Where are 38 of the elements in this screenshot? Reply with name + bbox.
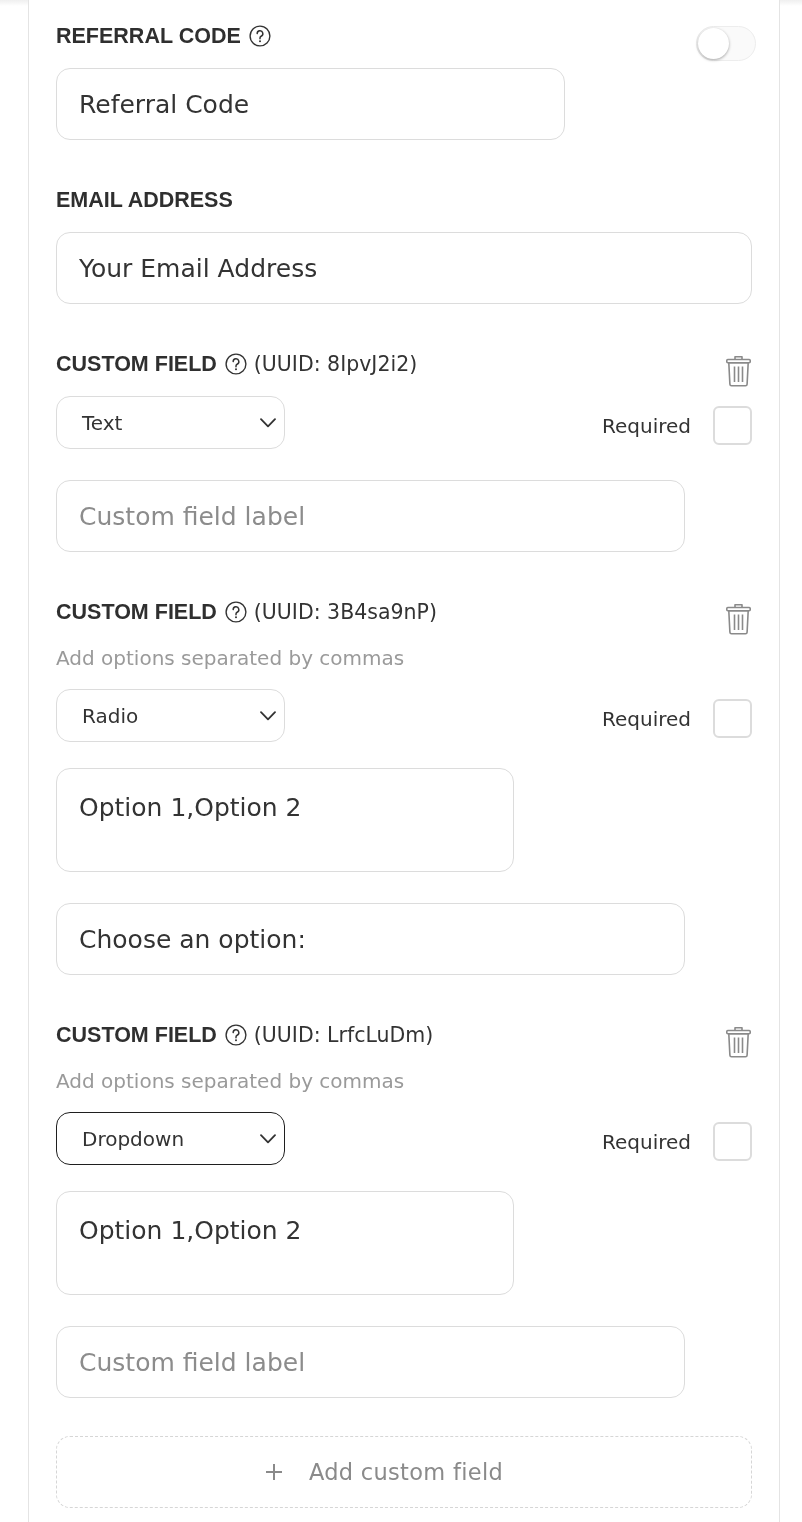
- help-icon[interactable]: [248, 25, 271, 47]
- label-input-field[interactable]: Choose an option:: [56, 903, 685, 975]
- help-icon[interactable]: [224, 601, 247, 623]
- label-input-field[interactable]: Custom field label: [56, 480, 685, 552]
- required-checkbox[interactable]: [713, 406, 752, 445]
- uuid-text: (UUID: LrfcLuDm): [253, 1023, 434, 1047]
- options-textarea[interactable]: Option 1,Option 2: [56, 768, 514, 872]
- text-input-field[interactable]: Referral Code: [56, 68, 565, 140]
- hint-text: Add options separated by commas: [56, 646, 405, 670]
- chevron-down-icon: [260, 710, 276, 721]
- field-label: REFERRAL CODE: [56, 24, 241, 48]
- required-label: Required: [602, 1129, 691, 1154]
- hint-text: Add options separated by commas: [56, 1069, 405, 1093]
- field-type-dropdown[interactable]: Dropdown: [56, 1112, 285, 1165]
- required-checkbox[interactable]: [713, 1122, 752, 1161]
- required-label: Required: [602, 706, 691, 731]
- label-input-field[interactable]: Custom field label: [56, 1326, 685, 1398]
- field-label: CUSTOM FIELD: [56, 352, 217, 376]
- trash-icon[interactable]: [725, 1026, 752, 1058]
- field-label: EMAIL ADDRESS: [56, 188, 233, 212]
- chevron-down-icon: [260, 417, 276, 428]
- toggle-switch[interactable]: [696, 26, 756, 61]
- required-label: Required: [602, 413, 691, 438]
- required-checkbox[interactable]: [713, 699, 752, 738]
- field-label: CUSTOM FIELD: [56, 1023, 217, 1047]
- field-type-dropdown[interactable]: Radio: [56, 689, 285, 742]
- help-icon[interactable]: [224, 353, 247, 375]
- field-label: CUSTOM FIELD: [56, 600, 217, 624]
- options-textarea[interactable]: Option 1,Option 2: [56, 1191, 514, 1295]
- uuid-text: (UUID: 8IpvJ2i2): [253, 352, 418, 376]
- uuid-text: (UUID: 3B4sa9nP): [253, 600, 437, 624]
- chevron-down-icon: [260, 1133, 276, 1144]
- help-icon[interactable]: [224, 1024, 247, 1046]
- trash-icon[interactable]: [725, 603, 752, 635]
- text-input-field[interactable]: Your Email Address: [56, 232, 752, 304]
- field-type-dropdown[interactable]: Text: [56, 396, 285, 449]
- trash-icon[interactable]: [725, 355, 752, 387]
- plus-icon: [264, 1463, 283, 1481]
